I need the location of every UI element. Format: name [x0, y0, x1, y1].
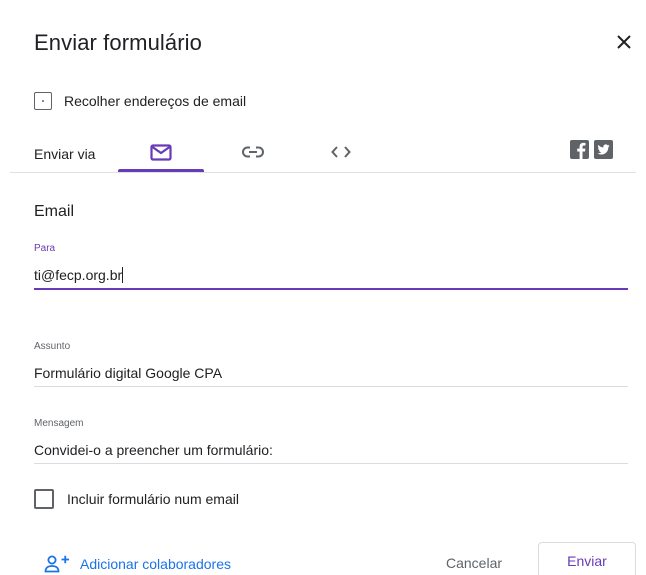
close-button[interactable] — [612, 30, 636, 54]
checkbox-dot-icon — [42, 100, 44, 102]
send-form-dialog: Enviar formulário Recolher endereços de … — [0, 0, 646, 575]
cancel-button[interactable]: Cancelar — [440, 552, 508, 575]
code-icon — [331, 146, 351, 158]
message-input[interactable]: Convidei-o a preencher um formulário: — [34, 441, 628, 463]
collect-emails-label: Recolher endereços de email — [64, 93, 247, 109]
text-caret — [122, 267, 124, 283]
to-input-value: ti@fecp.org.br — [34, 267, 123, 283]
email-section-title: Email — [34, 203, 75, 220]
add-collaborators-label: Adicionar colaboradores — [80, 556, 231, 572]
send-via-label: Enviar via — [34, 146, 96, 162]
to-field-underline — [34, 288, 628, 290]
to-field[interactable]: Para ti@fecp.org.br — [34, 243, 628, 290]
twitter-icon — [597, 144, 610, 155]
message-field[interactable]: Mensagem Convidei-o a preencher um formu… — [34, 418, 628, 464]
send-button-label: Enviar — [567, 553, 607, 569]
collect-emails-checkbox[interactable] — [34, 92, 52, 110]
subject-field-label: Assunto — [34, 341, 71, 352]
add-collaborators-button[interactable]: Adicionar colaboradores — [44, 551, 231, 575]
subject-input[interactable]: Formulário digital Google CPA — [34, 364, 628, 386]
to-input[interactable]: ti@fecp.org.br — [34, 266, 628, 288]
collect-emails-option[interactable]: Recolher endereços de email — [34, 91, 246, 111]
tab-email[interactable] — [118, 132, 204, 172]
include-form-label: Incluir formulário num email — [67, 491, 239, 507]
add-person-icon — [44, 555, 69, 573]
subject-field-underline — [34, 386, 628, 387]
message-field-label: Mensagem — [34, 418, 84, 429]
dialog-title: Enviar formulário — [34, 30, 202, 55]
share-twitter-button[interactable] — [594, 140, 613, 159]
to-field-label: Para — [34, 243, 56, 254]
mail-icon — [150, 143, 172, 161]
include-form-checkbox[interactable] — [34, 489, 54, 509]
tab-embed-html[interactable] — [298, 132, 384, 172]
subject-field[interactable]: Assunto Formulário digital Google CPA — [34, 341, 628, 387]
tabs-divider — [10, 172, 636, 173]
send-via-bar: Enviar via — [0, 132, 646, 174]
share-facebook-button[interactable] — [570, 140, 589, 159]
message-field-underline — [34, 463, 628, 464]
link-icon — [242, 146, 264, 158]
close-icon — [617, 35, 631, 49]
tab-link[interactable] — [210, 132, 296, 172]
facebook-icon — [577, 142, 586, 159]
include-form-option[interactable]: Incluir formulário num email — [34, 488, 239, 510]
send-button[interactable]: Enviar — [538, 542, 636, 575]
